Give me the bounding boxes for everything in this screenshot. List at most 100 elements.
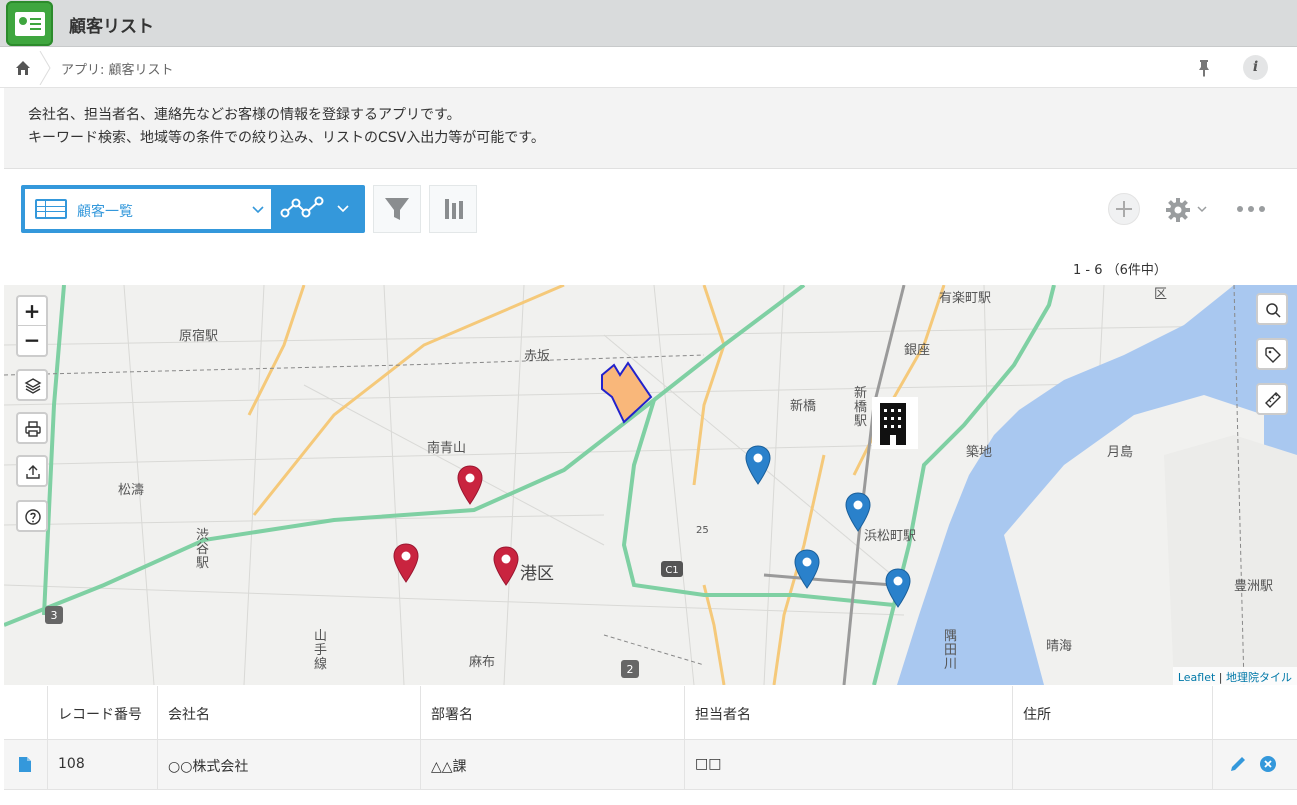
table-row[interactable]: 108 ○○株式会社 △△課 □□	[4, 740, 1297, 790]
view-dropdown[interactable]: 顧客一覧	[25, 189, 271, 229]
header-department[interactable]: 部署名	[420, 686, 684, 740]
info-icon[interactable]: i	[1243, 55, 1268, 80]
header-icon-column	[4, 686, 47, 740]
print-icon	[25, 421, 41, 437]
zoom-in-button[interactable]: +	[18, 297, 46, 326]
app-title: 顧客リスト	[69, 17, 154, 37]
header-record-no[interactable]: レコード番号	[47, 686, 157, 740]
map-label: 麻布	[469, 655, 496, 670]
filter-button[interactable]	[373, 185, 421, 233]
map-label: 隅田川	[944, 629, 958, 672]
route-c1-shield: C1	[661, 561, 683, 577]
upload-icon	[26, 465, 40, 479]
map-measure-button[interactable]	[1256, 383, 1288, 415]
map-label: 浜松町駅	[864, 529, 917, 544]
delete-icon[interactable]	[1259, 755, 1277, 773]
chevron-down-icon	[252, 206, 264, 214]
map-label: 豊洲駅	[1234, 579, 1274, 594]
record-table: レコード番号 会社名 部署名 担当者名 住所 108 ○○株式会社 △△課 □□	[4, 686, 1297, 805]
print-button[interactable]	[16, 412, 48, 444]
cell-record-no: 108	[47, 740, 157, 790]
filter-icon	[385, 198, 409, 220]
app-description: 会社名、担当者名、連絡先などお客様の情報を登録するアプリです。 キーワード検索、…	[4, 88, 1297, 169]
edit-pencil-icon[interactable]	[1228, 754, 1248, 774]
customer-pin-blue[interactable]	[845, 492, 871, 532]
map-label: 南青山	[427, 441, 467, 456]
app-header: 顧客リスト	[0, 0, 1297, 47]
map-label: 晴海	[1046, 639, 1073, 654]
customer-pin-blue[interactable]	[885, 568, 911, 608]
graph-icon[interactable]	[279, 193, 327, 225]
gear-icon[interactable]	[1164, 196, 1192, 224]
table-header: レコード番号 会社名 部署名 担当者名 住所	[4, 686, 1297, 740]
table-row[interactable]	[4, 790, 1297, 805]
zoom-out-button[interactable]: −	[18, 326, 46, 355]
settings-chevron-down-icon[interactable]	[1196, 203, 1208, 215]
description-line-1: 会社名、担当者名、連絡先などお客様の情報を登録するアプリです。	[28, 107, 461, 123]
graph-view-button[interactable]	[429, 185, 477, 233]
record-count: 1 - 6 （6件中）	[1073, 263, 1167, 278]
map-search-button[interactable]	[1256, 293, 1288, 325]
map-attribution: Leaflet | 地理院タイル	[1172, 667, 1297, 685]
view-name: 顧客一覧	[77, 204, 133, 220]
pin-icon[interactable]	[1192, 56, 1216, 80]
svg-text:2: 2	[627, 663, 634, 676]
attribution-separator: |	[1215, 671, 1226, 684]
cell-address	[1012, 740, 1212, 790]
header-actions	[1212, 686, 1297, 740]
map-label: 築地	[966, 445, 993, 460]
breadcrumb-app-link[interactable]: アプリ: 顧客リスト	[61, 59, 174, 78]
header-person[interactable]: 担当者名	[684, 686, 1012, 740]
add-record-button[interactable]	[1108, 193, 1140, 225]
map-label: 銀座	[904, 343, 931, 358]
export-button[interactable]	[16, 455, 48, 487]
map-tiles	[4, 285, 1297, 685]
map-label: 25	[696, 525, 709, 536]
breadcrumb-separator	[38, 50, 52, 86]
map-label: 原宿駅	[179, 329, 219, 344]
tag-icon	[1265, 347, 1281, 363]
customer-pin-red[interactable]	[393, 543, 419, 583]
ruler-icon	[1265, 392, 1281, 408]
plus-icon	[1116, 201, 1132, 217]
route-3-shield: 3	[45, 606, 63, 624]
layers-button[interactable]	[16, 369, 48, 401]
breadcrumb: アプリ: 顧客リスト i	[0, 47, 1297, 88]
map-view[interactable]: 3 2 C1 原宿駅 赤坂 有楽町駅 区 銀座 新橋 新橋駅 南青山 松濤 渋谷…	[4, 285, 1297, 685]
map-tag-button[interactable]	[1256, 338, 1288, 370]
home-icon[interactable]	[8, 55, 38, 81]
cell-department: △△課	[420, 740, 684, 790]
app-icon	[6, 1, 53, 46]
map-label: 月島	[1107, 445, 1134, 460]
cell-person: □□	[684, 740, 1012, 790]
map-label: 区	[1154, 287, 1168, 302]
document-icon[interactable]	[18, 756, 32, 773]
customer-pin-blue[interactable]	[745, 445, 771, 485]
route-2-shield: 2	[621, 660, 639, 678]
graph-chevron-down-icon[interactable]	[335, 201, 351, 217]
map-label: 新橋駅	[854, 386, 868, 429]
map-label: 新橋	[790, 399, 817, 414]
description-line-2: キーワード検索、地域等の条件での絞り込み、リストのCSV入出力等が可能です。	[28, 130, 545, 146]
view-selector[interactable]: 顧客一覧	[21, 185, 365, 233]
table-view-icon	[35, 199, 67, 219]
customer-pin-red[interactable]	[457, 465, 483, 505]
customer-pin-blue[interactable]	[794, 549, 820, 589]
bar-chart-icon	[445, 199, 463, 219]
attribution-leaflet-link[interactable]: Leaflet	[1178, 671, 1215, 684]
cell-actions	[1212, 740, 1297, 790]
svg-text:C1: C1	[665, 565, 678, 576]
header-company[interactable]: 会社名	[157, 686, 420, 740]
help-button[interactable]	[16, 500, 48, 532]
map-label: 港区	[520, 564, 554, 584]
map-label: 松濤	[118, 483, 145, 498]
search-icon	[1266, 303, 1281, 318]
map-label: 山手線	[314, 629, 328, 672]
map-label: 赤坂	[524, 349, 551, 364]
customer-pin-red[interactable]	[493, 546, 519, 586]
header-address[interactable]: 住所	[1012, 686, 1212, 740]
map-label: 渋谷駅	[196, 528, 210, 571]
layers-icon	[24, 378, 42, 394]
more-options-icon[interactable]	[1236, 200, 1266, 218]
attribution-tiles-link[interactable]: 地理院タイル	[1226, 671, 1292, 684]
